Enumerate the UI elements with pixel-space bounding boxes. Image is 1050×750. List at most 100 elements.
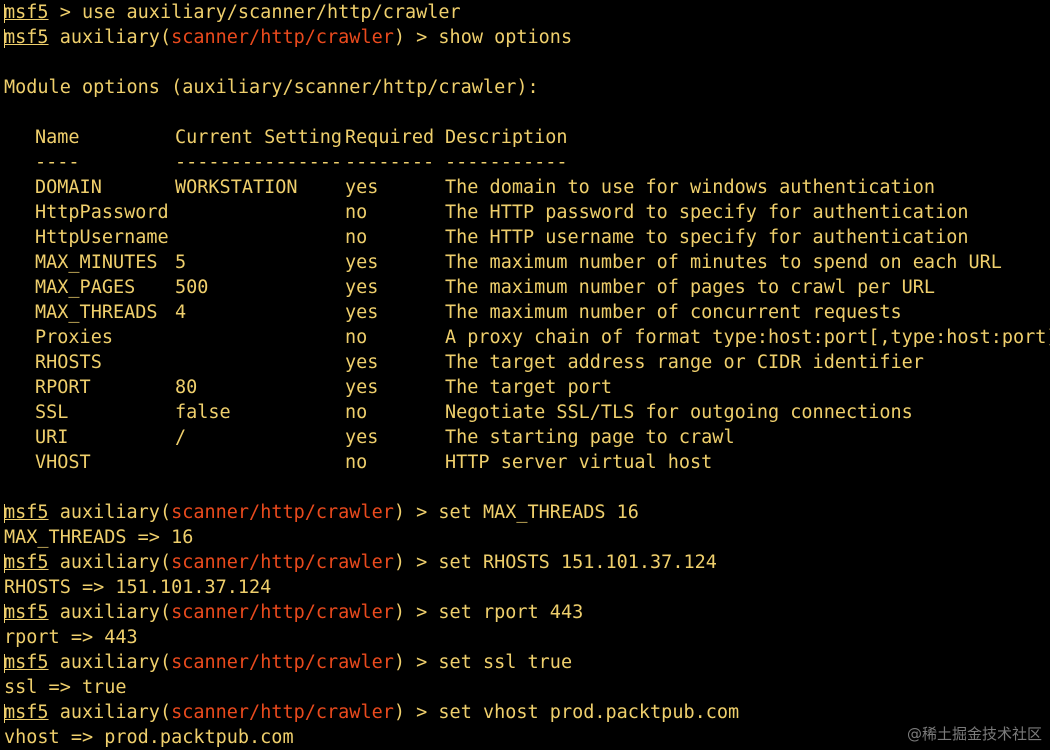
command-output: MAX_THREADS => 16 [4, 527, 194, 548]
option-name: RHOSTS [35, 352, 102, 373]
command-text: show options [438, 27, 573, 48]
table-row: RPORT 80 yes The target port [0, 375, 1050, 400]
command-text: set ssl true [438, 652, 573, 673]
option-required: no [345, 452, 368, 473]
command-output: RHOSTS => 151.101.37.124 [4, 577, 272, 598]
table-row: Proxies no A proxy chain of format type:… [0, 325, 1050, 350]
command-text: set MAX_THREADS 16 [438, 502, 639, 523]
option-required: no [345, 227, 368, 248]
option-name: SSL [35, 402, 69, 423]
divider-required: -------- [345, 152, 435, 173]
option-required: yes [345, 302, 379, 323]
terminal-line-set-command: msf5 auxiliary(scanner/http/crawler) > s… [4, 502, 639, 523]
options-table-divider: ---- --------------- -------- ----------… [0, 150, 1050, 175]
terminal-line-set-command: msf5 auxiliary(scanner/http/crawler) > s… [4, 652, 573, 673]
option-name: HttpPassword [35, 202, 169, 223]
option-required: no [345, 202, 368, 223]
prompt-module: scanner/http/crawler [171, 552, 394, 573]
option-name: MAX_MINUTES [35, 252, 158, 273]
prompt-module: scanner/http/crawler [171, 652, 394, 673]
table-row: HttpPassword no The HTTP password to spe… [0, 200, 1050, 225]
option-setting: 80 [175, 377, 198, 398]
option-name: DOMAIN [35, 177, 102, 198]
command-text: set RHOSTS 151.101.37.124 [438, 552, 717, 573]
header-description: Description [445, 127, 568, 148]
table-row: MAX_THREADS 4 yes The maximum number of … [0, 300, 1050, 325]
prompt-module: scanner/http/crawler [171, 502, 394, 523]
prompt-module: scanner/http/crawler [171, 702, 394, 723]
prompt-name: msf5 [4, 552, 49, 573]
options-table-header: Name Current Setting Required Descriptio… [0, 125, 1050, 150]
option-description: HTTP server virtual host [445, 452, 713, 473]
option-required: no [345, 327, 368, 348]
option-description: The target port [445, 377, 613, 398]
table-row: HttpUsername no The HTTP username to spe… [0, 225, 1050, 250]
table-row: URI / yes The starting page to crawl [0, 425, 1050, 450]
option-name: MAX_PAGES [35, 277, 136, 298]
option-description: The HTTP password to specify for authent… [445, 202, 969, 223]
option-setting: 500 [175, 277, 209, 298]
command-output: rport => 443 [4, 627, 138, 648]
prompt-context: auxiliary [59, 502, 160, 523]
option-name: Proxies [35, 327, 113, 348]
option-required: yes [345, 352, 379, 373]
option-name: MAX_THREADS [35, 302, 158, 323]
command-text: set vhost prod.packtpub.com [438, 702, 740, 723]
option-name: VHOST [35, 452, 91, 473]
table-row: MAX_PAGES 500 yes The maximum number of … [0, 275, 1050, 300]
option-description: Negotiate SSL/TLS for outgoing connectio… [445, 402, 913, 423]
option-description: The target address range or CIDR identif… [445, 352, 924, 373]
watermark: @稀土掘金技术社区 [906, 725, 1042, 743]
prompt-module: scanner/http/crawler [171, 602, 394, 623]
header-required: Required [345, 127, 435, 148]
prompt-module: scanner/http/crawler [171, 27, 394, 48]
header-name: Name [35, 127, 80, 148]
option-name: HttpUsername [35, 227, 169, 248]
prompt-context: auxiliary [59, 702, 160, 723]
option-required: yes [345, 177, 379, 198]
prompt-name: msf5 [4, 2, 49, 23]
prompt-name: msf5 [4, 27, 49, 48]
prompt-name: msf5 [4, 502, 49, 523]
option-name: URI [35, 427, 69, 448]
divider-description: ----------- [445, 152, 568, 173]
terminal-line-show-options: msf5 auxiliary(scanner/http/crawler) > s… [4, 27, 573, 48]
divider-name: ---- [35, 152, 80, 173]
table-row: RHOSTS yes The target address range or C… [0, 350, 1050, 375]
option-name: RPORT [35, 377, 91, 398]
option-description: The domain to use for windows authentica… [445, 177, 936, 198]
option-description: The starting page to crawl [445, 427, 735, 448]
prompt-name: msf5 [4, 602, 49, 623]
option-setting: 5 [175, 252, 187, 273]
command-output: ssl => true [4, 677, 127, 698]
prompt-name: msf5 [4, 702, 49, 723]
prompt-context: auxiliary [59, 27, 160, 48]
option-setting: / [175, 427, 187, 448]
option-setting: false [175, 402, 231, 423]
option-required: no [345, 402, 368, 423]
command-text: set rport 443 [438, 602, 584, 623]
option-description: The maximum number of concurrent request… [445, 302, 902, 323]
prompt-context: auxiliary [59, 652, 160, 673]
option-required: yes [345, 277, 379, 298]
terminal-window[interactable]: msf5 > use auxiliary/scanner/http/crawle… [0, 0, 1050, 750]
option-setting: 4 [175, 302, 187, 323]
prompt-context: auxiliary [59, 602, 160, 623]
option-description: The HTTP username to specify for authent… [445, 227, 969, 248]
header-current-setting: Current Setting [175, 127, 343, 148]
module-options-header: Module options (auxiliary/scanner/http/c… [4, 77, 539, 98]
option-setting: WORKSTATION [175, 177, 298, 198]
option-required: yes [345, 377, 379, 398]
option-description: A proxy chain of format type:host:port[,… [445, 327, 1050, 348]
prompt-name: msf5 [4, 652, 49, 673]
terminal-line-set-command: msf5 auxiliary(scanner/http/crawler) > s… [4, 552, 717, 573]
table-row: DOMAIN WORKSTATION yes The domain to use… [0, 175, 1050, 200]
option-description: The maximum number of pages to crawl per… [445, 277, 936, 298]
option-description: The maximum number of minutes to spend o… [445, 252, 1002, 273]
terminal-line-set-command: msf5 auxiliary(scanner/http/crawler) > s… [4, 702, 740, 723]
table-row: MAX_MINUTES 5 yes The maximum number of … [0, 250, 1050, 275]
table-row: SSL false no Negotiate SSL/TLS for outgo… [0, 400, 1050, 425]
